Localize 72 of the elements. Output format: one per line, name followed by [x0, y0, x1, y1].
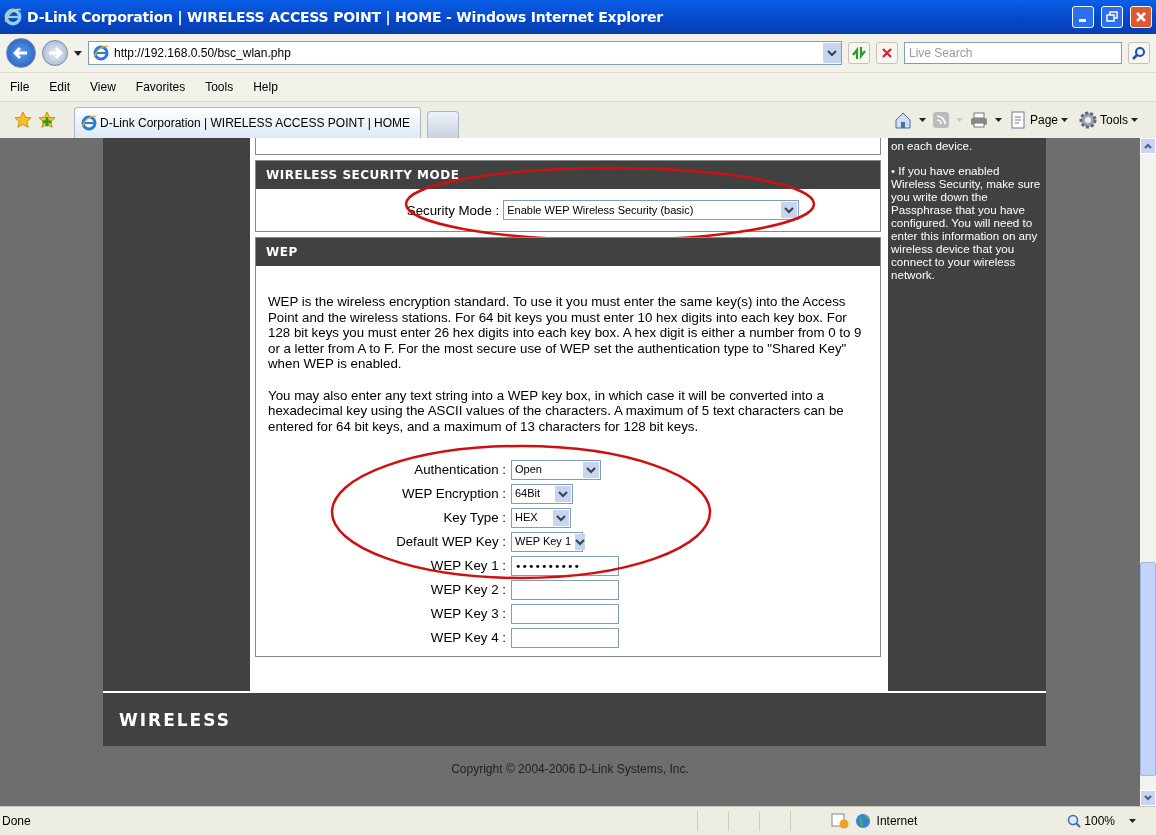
favorites-star-icon[interactable]	[14, 111, 32, 129]
field-label: Authentication :	[414, 462, 506, 478]
tools-menu[interactable]: Tools	[1077, 109, 1140, 131]
browser-tab[interactable]: D-Link Corporation | WIRELESS ACCESS POINT | HOME	[74, 107, 422, 138]
search-field[interactable]: Live Search	[904, 42, 1122, 64]
field-label: WEP Encryption :	[402, 486, 506, 502]
key-field[interactable]	[511, 580, 619, 600]
restore-icon[interactable]	[1106, 11, 1118, 23]
back-arrow-icon[interactable]	[13, 46, 29, 60]
window-title: D-Link Corporation | WIRELESS ACCESS POINT | HOME - Windows Internet Explorer	[27, 9, 664, 25]
caret-icon[interactable]	[994, 118, 1002, 122]
caret-icon[interactable]	[1061, 118, 1068, 122]
printer-icon[interactable]	[969, 112, 988, 128]
menu-item[interactable]: Favorites	[127, 78, 194, 96]
scroll-up-button[interactable]	[1140, 138, 1156, 154]
minimize-button[interactable]	[1072, 6, 1094, 28]
field-label: WEP Key 4 :	[430, 630, 506, 646]
field-label: Key Type :	[443, 510, 506, 526]
description-text: You may also enter any text string into a WEP key box, in which case it will be converted into a hexadecimal key using the ASCII values of the characters. A maximum of 5 text characters can be entered for 64 bit keys, and a maximum of 13 characters for 128 bit keys.	[268, 387, 845, 434]
restore-button[interactable]	[1101, 6, 1123, 28]
caret-icon[interactable]	[1131, 118, 1138, 122]
help-text: • If you have enabled Wireless Security, make sure you write down the Passphrase that you have configured. You will need to enter this information on any wireless device that you connect to your wireless network.	[891, 164, 1042, 281]
home-icon[interactable]	[893, 111, 912, 129]
gear-icon	[1079, 111, 1097, 129]
stop-icon[interactable]	[881, 47, 893, 59]
page-icon	[1010, 111, 1027, 129]
page-icon	[81, 115, 97, 131]
browser-logo-icon	[4, 8, 22, 26]
url-text: http://192.168.0.50/bsc_wlan.php	[114, 46, 292, 60]
menu-item[interactable]: Help	[245, 78, 286, 96]
scroll-down-button[interactable]	[1140, 790, 1156, 807]
globe-icon	[854, 813, 871, 830]
description-text: WEP is the wireless encryption standard. To use it you must enter the same key(s) into the Access Point and the wireless stations. For 64 bit keys you must enter 10 hex digits into each key box. For 128 bit keys you must enter 26 hex digits into each key box. A hex digit is either a number from 0 to 9 or a letter from A to F. For the most secure use of WEP set the authentication type to "Shared Key" when WEP is enabled.	[268, 294, 863, 372]
back-button[interactable]	[6, 38, 36, 68]
copyright-text: Copyright © 2004-2006 D-Link Systems, Inc.	[450, 761, 690, 776]
key-field[interactable]	[511, 628, 619, 648]
page-menu[interactable]: Page	[1008, 109, 1070, 131]
page-icon	[93, 45, 109, 61]
field-label: Default WEP Key :	[396, 534, 506, 550]
dropdown[interactable]: WEP Key 1	[511, 532, 583, 552]
security-zone: Internet	[876, 814, 918, 829]
menu-item[interactable]: View	[82, 78, 124, 96]
dropdown[interactable]: 64Bit	[511, 484, 573, 504]
zoom-level[interactable]: 100%	[1084, 814, 1115, 829]
add-favorite-icon[interactable]	[38, 111, 56, 129]
address-field[interactable]: http://192.168.0.50/bsc_wlan.php	[88, 41, 842, 65]
dropdown[interactable]: HEX	[511, 508, 571, 528]
forward-button[interactable]	[42, 40, 68, 66]
zoom-icon[interactable]	[1067, 814, 1082, 829]
caret-icon[interactable]	[918, 118, 926, 122]
brand-logo: WIRELESS	[119, 709, 231, 730]
menu-item[interactable]: Edit	[41, 78, 79, 96]
menu-item[interactable]: Tools	[197, 78, 242, 96]
field-label: WEP Key 3 :	[430, 606, 506, 622]
scrollbar-thumb[interactable]	[1140, 562, 1156, 776]
stop-button[interactable]	[876, 42, 898, 64]
close-button[interactable]	[1130, 6, 1152, 28]
key-field[interactable]: ••••••••••	[511, 556, 619, 576]
section-title: WEP	[266, 245, 298, 259]
history-caret-icon[interactable]	[74, 50, 82, 56]
warning-icon	[830, 813, 849, 830]
close-icon[interactable]	[1135, 11, 1147, 23]
menu-item[interactable]: File	[2, 78, 38, 96]
field-label: WEP Key 1 :	[430, 558, 506, 574]
status-text: Done	[2, 814, 32, 829]
dropdown[interactable]: Open	[511, 460, 601, 480]
field-label: WEP Key 2 :	[430, 582, 506, 598]
key-field[interactable]	[511, 604, 619, 624]
security-mode-select[interactable]: Enable WEP Wireless Security (basic)	[503, 200, 800, 220]
caret-icon[interactable]	[1129, 819, 1136, 824]
section-title: WIRELESS SECURITY MODE	[266, 168, 460, 182]
help-text: on each device.	[891, 139, 974, 152]
